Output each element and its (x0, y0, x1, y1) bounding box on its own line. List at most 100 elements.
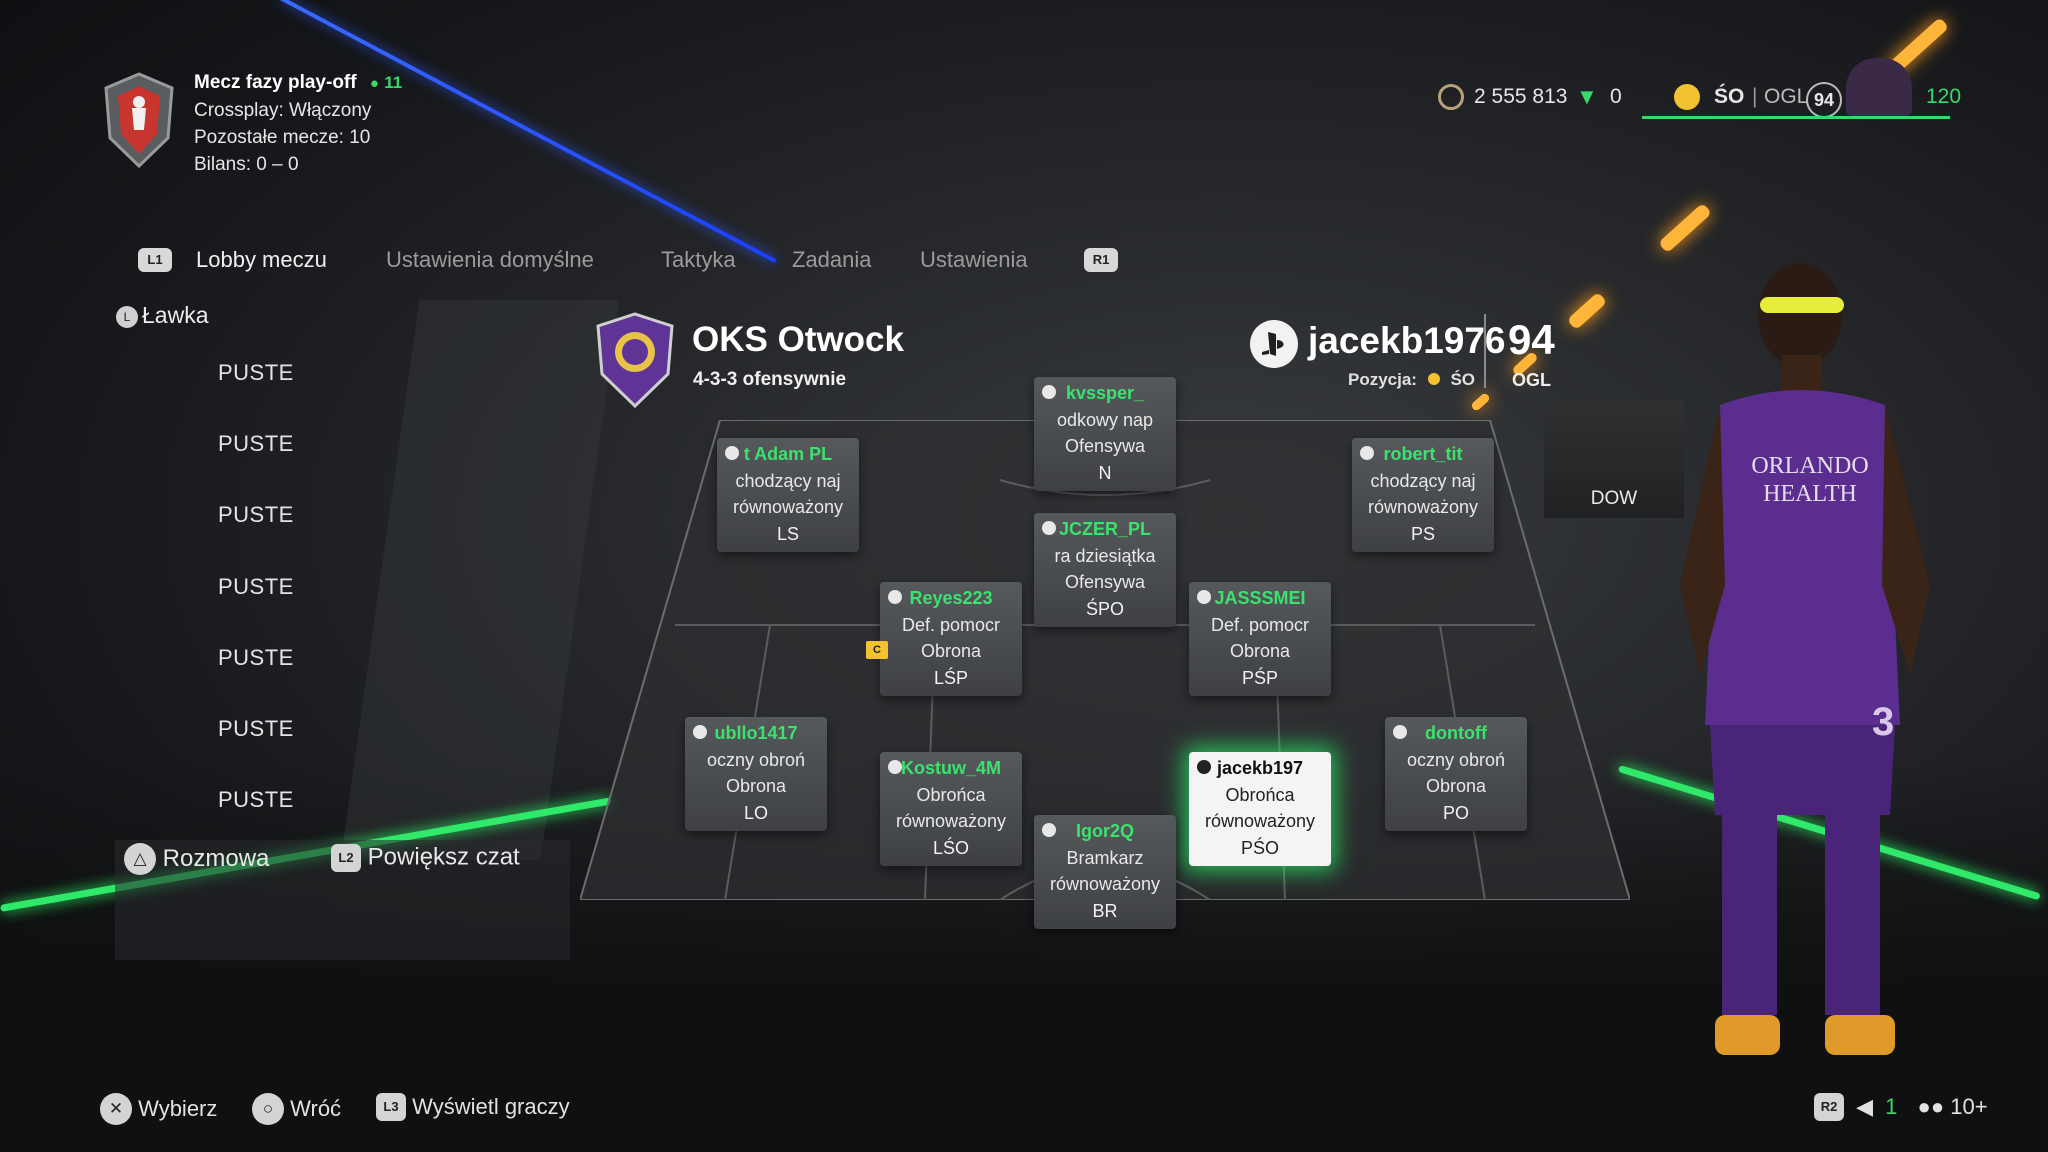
player-name: JCZER_PL (1058, 519, 1152, 539)
bench-slot[interactable]: PUSTE (218, 502, 294, 528)
player-card-psp[interactable]: JASSSMEI Def. pomocr Obrona PŚP (1189, 582, 1331, 696)
player-card-lsp[interactable]: Reyes223 Def. pomocr Obrona LŚP (880, 582, 1022, 696)
player-position: LS (776, 524, 800, 544)
team-name: OKS Otwock (692, 320, 904, 359)
playoff-crest-icon (96, 68, 182, 172)
tab-default-settings[interactable]: Ustawienia domyślne (386, 247, 594, 273)
player-position: ŚPO (1085, 599, 1124, 619)
player-card-po[interactable]: dontoff oczny obroń Obrona PO (1385, 717, 1527, 831)
talk-label: Rozmowa (162, 845, 270, 872)
position-label: Pozycja: (1348, 370, 1417, 389)
bench-slot[interactable]: PUSTE (218, 787, 294, 813)
user-name: jacekb1976 (1308, 320, 1506, 361)
avatar[interactable] (1846, 58, 1912, 116)
background-light (1470, 391, 1491, 413)
position-value: ŚO (1450, 370, 1476, 389)
player-style: Ofensywa (1064, 572, 1146, 592)
position-dot-icon (1674, 84, 1700, 110)
coins-value: 2 555 813 (1474, 85, 1568, 108)
select-label: Wybierz (138, 1096, 218, 1121)
cross-button-icon: ✕ (100, 1093, 132, 1125)
team-badge-icon (594, 312, 676, 409)
player-card-br[interactable]: Igor2Q Bramkarz równoważony BR (1034, 815, 1176, 929)
triangle-button-icon: △ (124, 843, 156, 875)
player-style: równoważony (895, 811, 1007, 831)
player-name: Reyes223 (909, 588, 993, 608)
user-overall-label: OGL (1512, 370, 1551, 390)
participants-count: 11 (384, 73, 403, 92)
l1-button[interactable]: L1 (138, 248, 172, 272)
user-overall: 94 (1508, 316, 1555, 363)
background-light (1566, 291, 1608, 331)
select-hint[interactable]: ✕ Wybierz (100, 1093, 217, 1125)
player-position: LŚP (933, 668, 969, 688)
player-card-ps[interactable]: robert_tit chodzący naj równoważony PS (1352, 438, 1494, 552)
header-ogl: 94 (1806, 82, 1842, 118)
player-card-pso-selected[interactable]: jacekb197 Obrońca równoważony PŚO (1189, 752, 1331, 866)
tab-settings[interactable]: Ustawienia (920, 247, 1028, 273)
bench-slot[interactable]: PUSTE (218, 645, 294, 671)
player-role: Def. pomocr (1210, 615, 1310, 635)
background-light (1658, 202, 1712, 254)
player-role: chodzący naj (1370, 471, 1476, 491)
player-name: Kostuw_4M (900, 758, 1001, 778)
player-name: kvssper_ (1065, 383, 1145, 403)
player-role: Obrońca (916, 785, 986, 805)
points-value: 0 (1610, 85, 1622, 108)
match-balance: Bilans: 0 – 0 (194, 154, 299, 175)
tab-tactics[interactable]: Taktyka (661, 247, 736, 273)
player-style: równoważony (1367, 497, 1479, 517)
player-name: t Adam PL (743, 444, 833, 464)
l2-button-icon: L2 (331, 843, 361, 872)
l3-button-icon: L3 (376, 1093, 406, 1122)
player-position: PŚP (1241, 668, 1279, 688)
bench-slot[interactable]: PUSTE (218, 431, 294, 457)
player-role: oczny obroń (1406, 750, 1506, 770)
header-position: ŚO (1714, 85, 1745, 108)
show-players-label: Wyświetl graczy (412, 1094, 570, 1120)
participants-icon: ● (369, 75, 379, 92)
circle-button-icon: ○ (252, 1093, 284, 1125)
r1-button[interactable]: R1 (1084, 248, 1118, 272)
footer-status: R2 ◀ 1 ●● 10+ (1814, 1093, 1988, 1122)
player-name: jacekb197 (1216, 758, 1304, 778)
back-hint[interactable]: ○ Wróć (252, 1093, 341, 1125)
bench-header[interactable]: L Ławka (116, 302, 208, 329)
player-style: równoważony (1049, 874, 1161, 894)
crossplay-status: Crossplay: Włączony (194, 100, 372, 121)
header-ogl-label: OGL (1764, 85, 1809, 108)
tab-lobby[interactable]: Lobby meczu (196, 247, 327, 273)
player-card-ls[interactable]: t Adam PL chodzący naj równoważony LS (717, 438, 859, 552)
match-title: Mecz fazy play-off (194, 72, 357, 93)
player-style: Ofensywa (1064, 436, 1146, 456)
player-position: N (1098, 463, 1112, 483)
player-position: LO (743, 803, 768, 823)
remaining-matches: Pozostałe mecze: 10 (194, 127, 371, 148)
player-position: PS (1410, 524, 1435, 544)
player-model (1680, 263, 1930, 1055)
count-b: 10+ (1950, 1094, 1988, 1120)
player-style: Obrona (725, 776, 787, 796)
zoom-chat-button[interactable]: L2 Powiększ czat (331, 843, 520, 872)
show-players-hint[interactable]: L3 Wyświetl graczy (376, 1093, 570, 1122)
count-a: 1 (1885, 1094, 1898, 1120)
bench-slot[interactable]: PUSTE (218, 574, 294, 600)
player-card-lso[interactable]: Kostuw_4M Obrońca równoważony LŚO (880, 752, 1022, 866)
player-role: Bramkarz (1066, 848, 1144, 868)
player-role: odkowy nap (1056, 410, 1154, 430)
player-card-lo[interactable]: ubllo1417 oczny obroń Obrona LO (685, 717, 827, 831)
tab-tasks[interactable]: Zadania (792, 247, 872, 273)
player-role: chodzący naj (735, 471, 841, 491)
player-name: JASSSMEI (1214, 588, 1306, 608)
kit-number: 3 (1872, 700, 1895, 744)
back-label: Wróć (290, 1096, 342, 1121)
kit-sponsor: ORLANDO HEALTH (1720, 452, 1900, 508)
bench-slot[interactable]: PUSTE (218, 716, 294, 742)
team-formation: 4-3-3 ofensywnie (693, 369, 847, 390)
player-style: Obrona (1425, 776, 1487, 796)
player-card-spo[interactable]: JCZER_PL ra dziesiątka Ofensywa ŚPO (1034, 513, 1176, 627)
talk-button[interactable]: △ Rozmowa (124, 843, 269, 875)
left-stick-icon: L (116, 305, 138, 328)
bench-slot[interactable]: PUSTE (218, 360, 294, 386)
player-card-n[interactable]: kvssper_ odkowy nap Ofensywa N (1034, 377, 1176, 491)
